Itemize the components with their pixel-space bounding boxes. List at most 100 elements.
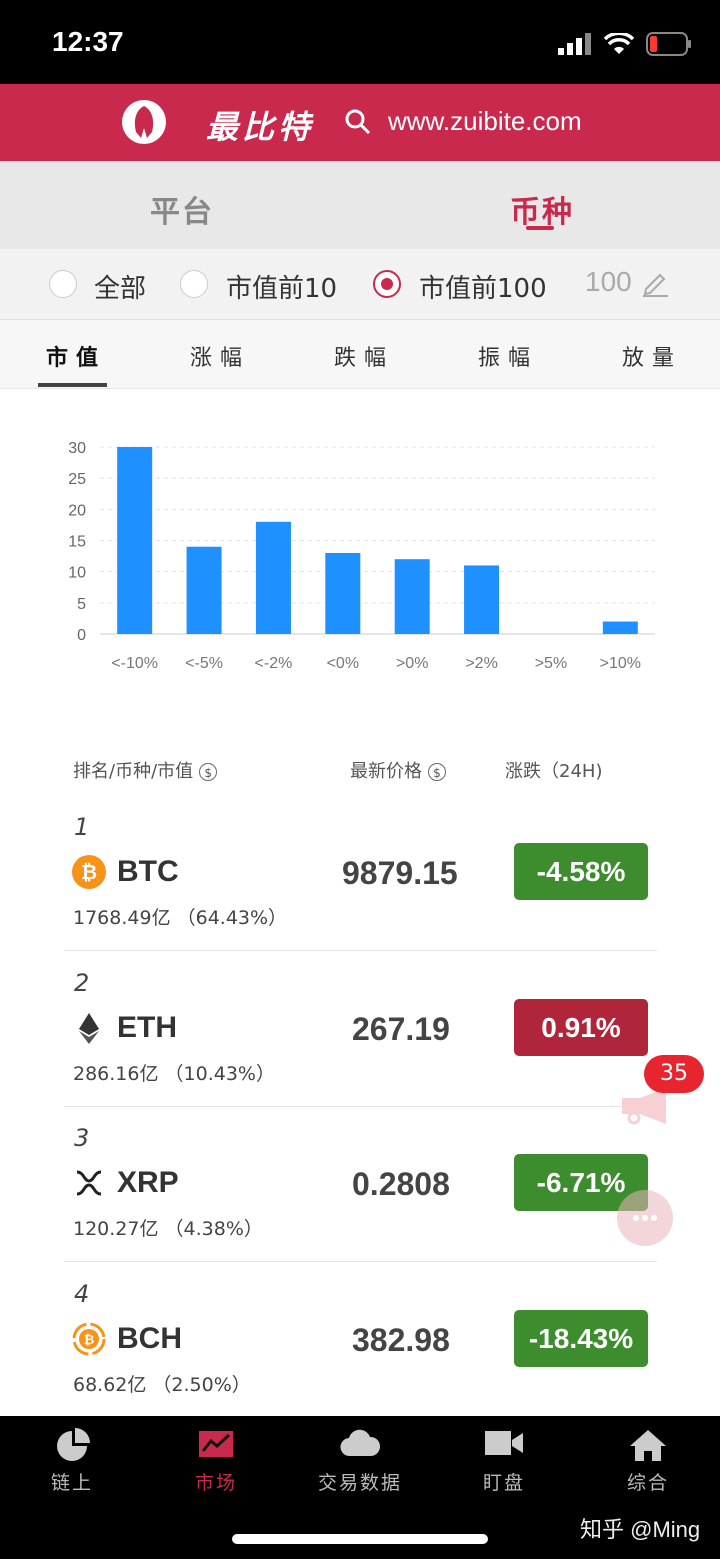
row-divider [64, 950, 657, 951]
filter-label-top100: 市值前100 [419, 274, 547, 304]
x-tick-label: <-10% [111, 655, 158, 672]
bar[interactable] [325, 552, 361, 634]
currency-icon: $ [199, 763, 218, 781]
coin-symbol: BCH [117, 1322, 182, 1355]
col-header-price[interactable]: 最新价格 $ [350, 757, 446, 783]
signal-icon [558, 33, 591, 55]
x-tick-label: >2% [465, 655, 497, 672]
currency-icon: $ [428, 763, 446, 781]
edit-icon[interactable] [640, 267, 670, 301]
x-tick-label: >5% [535, 655, 567, 672]
bar[interactable] [117, 447, 153, 634]
tab-indicator [526, 226, 554, 230]
y-tick-label: 30 [68, 440, 86, 457]
status-time: 12:37 [52, 26, 124, 57]
coin-symbol: BTC [117, 855, 179, 888]
x-tick-label: <0% [327, 655, 359, 672]
bitcoin-icon: ₿ [72, 855, 106, 889]
change-badge: -18.43% [514, 1310, 648, 1367]
brand-logo [122, 100, 166, 144]
notification-badge[interactable]: 35 [644, 1055, 704, 1093]
price: 267.19 [352, 1011, 450, 1047]
chat-bubble-icon[interactable] [617, 1190, 673, 1246]
trend-chart-icon [199, 1431, 233, 1457]
market-cap: 286.16亿 （10.43%） [73, 1063, 275, 1085]
row-divider [64, 1261, 657, 1262]
radio-all[interactable] [49, 270, 77, 298]
site-url[interactable]: www.zuibite.com [388, 106, 582, 137]
radio-top10[interactable] [180, 270, 208, 298]
home-icon [630, 1430, 666, 1461]
svg-text:₿: ₿ [84, 1332, 95, 1347]
tab-amplitude[interactable]: 振幅 [478, 340, 538, 372]
filter-count[interactable]: 100 [585, 266, 632, 298]
battery-icon [646, 32, 691, 56]
home-indicator [232, 1534, 488, 1544]
x-tick-label: >10% [600, 655, 641, 672]
tab-volume[interactable]: 放量 [622, 340, 682, 372]
filter-bar: 全部 市值前10 市值前100 100 [0, 249, 720, 320]
status-bar: 12:37 [0, 0, 720, 84]
top-tabs: 平台 币种 [0, 161, 720, 249]
xrp-icon [76, 1170, 102, 1196]
ethereum-icon [79, 1013, 99, 1044]
tab-losers[interactable]: 跌幅 [334, 340, 394, 372]
y-tick-label: 10 [68, 565, 86, 582]
bar[interactable] [255, 521, 291, 634]
rank: 4 [74, 1280, 90, 1308]
rank: 2 [74, 969, 90, 997]
row-divider [64, 1106, 657, 1107]
coin-symbol: ETH [117, 1011, 177, 1044]
filter-label-top10: 市值前10 [226, 274, 338, 304]
x-tick-label: <-5% [185, 655, 223, 672]
tab-gainers[interactable]: 涨幅 [190, 340, 250, 372]
market-cap: 68.62亿 （2.50%） [73, 1374, 251, 1396]
bar[interactable] [394, 559, 430, 634]
table-row[interactable]: 3 XRP 120.27亿 （4.38%） 0.2808 -6.71% [0, 1114, 720, 1269]
table-row[interactable]: 1 ₿ BTC 1768.49亿 （64.43%） 9879.15 -4.58% [0, 803, 720, 958]
price: 9879.15 [342, 855, 458, 891]
distribution-chart: 0 5 10 15 20 25 30 <-10% <-5% <-2% <0% >0% >2% >5% >10… [68, 440, 655, 672]
rank: 3 [74, 1124, 90, 1152]
col-header-change[interactable]: 涨跌（24H) [505, 757, 602, 783]
status-icons [558, 32, 692, 56]
bar[interactable] [186, 546, 222, 634]
watermark: 知乎 @Ming [580, 1517, 701, 1542]
x-tick-label: >0% [396, 655, 428, 672]
x-tick-label: <-2% [255, 655, 293, 672]
svg-text:₿: ₿ [81, 862, 97, 884]
col-header-rank[interactable]: 排名/币种/市值 $ [73, 757, 218, 783]
tab-coin[interactable]: 币种 [510, 187, 574, 231]
table-row[interactable]: 2 ETH 286.16亿 （10.43%） 267.19 0.91% [0, 959, 720, 1114]
y-tick-label: 15 [68, 534, 86, 551]
table-row[interactable]: 4 ₿ BCH 68.62亿 （2.50%） 382.98 -18.43% [0, 1270, 720, 1425]
pie-chart-icon [57, 1428, 90, 1461]
market-cap: 120.27亿 （4.38%） [73, 1218, 263, 1240]
sort-tabs: 市值 涨幅 跌幅 振幅 放量 [0, 320, 720, 389]
brand-name: 最比特 [206, 108, 315, 146]
coin-symbol: XRP [117, 1166, 179, 1199]
y-tick-label: 0 [77, 627, 86, 644]
tab-market-cap[interactable]: 市值 [46, 340, 106, 372]
change-badge: -4.58% [514, 843, 648, 900]
market-cap: 1768.49亿 （64.43%） [73, 907, 288, 929]
price: 382.98 [352, 1322, 450, 1358]
app-header: 最比特 www.zuibite.com [0, 84, 720, 161]
price: 0.2808 [352, 1166, 450, 1202]
video-camera-icon [485, 1431, 523, 1455]
cloud-icon [340, 1429, 380, 1457]
y-tick-label: 5 [77, 596, 86, 613]
radio-top100[interactable] [373, 270, 401, 298]
search-icon[interactable] [344, 108, 372, 140]
tab-platform[interactable]: 平台 [150, 187, 214, 231]
wifi-icon [604, 33, 634, 54]
y-tick-label: 20 [68, 502, 86, 519]
bitcoin-cash-icon: ₿ [72, 1322, 106, 1356]
filter-label-all: 全部 [94, 274, 147, 304]
bar[interactable] [602, 621, 638, 634]
y-tick-label: 25 [68, 471, 86, 488]
bar[interactable] [464, 565, 500, 634]
rank: 1 [74, 813, 90, 841]
sort-tab-indicator [38, 383, 107, 387]
change-badge: 0.91% [514, 999, 648, 1056]
